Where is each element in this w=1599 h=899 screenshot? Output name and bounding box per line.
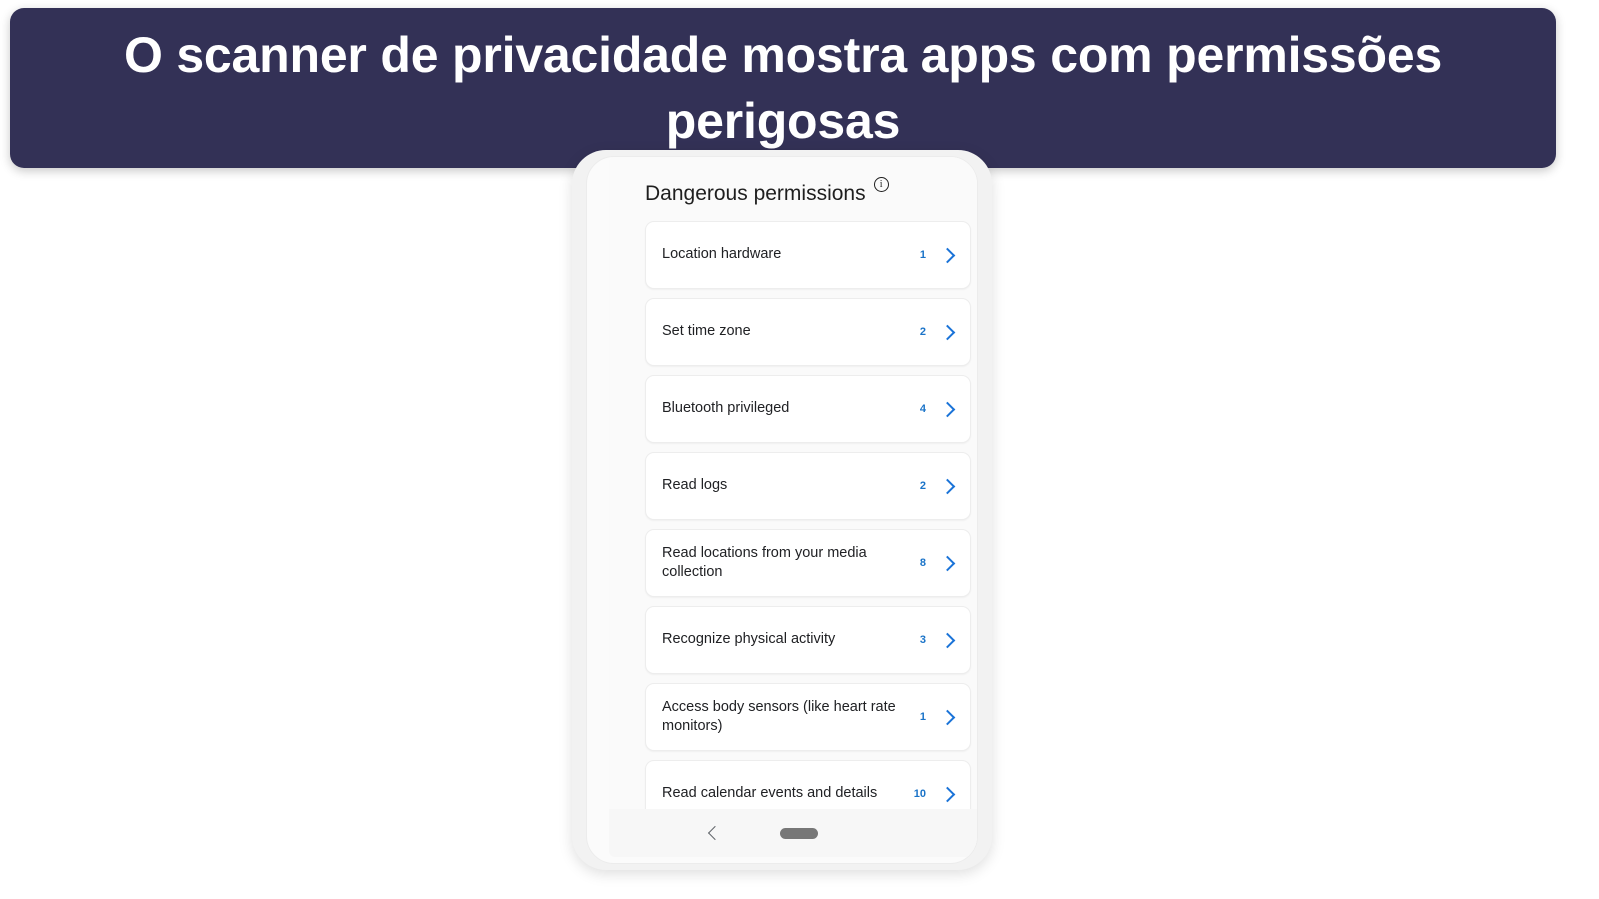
- chevron-right-icon[interactable]: [940, 633, 954, 647]
- chevron-right-icon[interactable]: [940, 787, 954, 801]
- page-title: Dangerous permissions: [645, 182, 866, 205]
- info-circle-icon[interactable]: [873, 177, 889, 192]
- list-item[interactable]: Read locations from your media collectio…: [645, 529, 971, 597]
- permission-label: Recognize physical activity: [662, 631, 836, 648]
- permission-label: Read locations from your media collectio…: [662, 544, 867, 580]
- android-nav-bar: [609, 809, 977, 857]
- chevron-right-icon[interactable]: [940, 325, 954, 339]
- permission-count: 10: [913, 788, 926, 800]
- permission-count: 4: [919, 403, 926, 415]
- permission-label: Bluetooth privileged: [662, 400, 790, 417]
- promo-banner: O scanner de privacidade mostra apps com…: [10, 8, 1556, 168]
- phone-screen: Dangerous permissions Location hardware …: [609, 157, 977, 857]
- list-item[interactable]: Location hardware 1: [645, 221, 971, 289]
- permissions-list: Location hardware 1 Set time zone 2 Blue…: [609, 215, 977, 828]
- list-item[interactable]: Set time zone 2: [645, 298, 971, 366]
- permission-label: Read calendar events and details: [662, 785, 878, 802]
- permission-label: Access body sensors (like heart rate mon…: [662, 698, 896, 734]
- chevron-left-icon[interactable]: [705, 825, 721, 841]
- list-item[interactable]: Access body sensors (like heart rate mon…: [645, 683, 971, 751]
- list-item[interactable]: Read logs 2: [645, 452, 971, 520]
- phone-bezel: Dangerous permissions Location hardware …: [586, 156, 978, 864]
- chevron-right-icon[interactable]: [940, 402, 954, 416]
- section-header: Dangerous permissions: [609, 157, 977, 215]
- permission-count: 2: [919, 326, 926, 338]
- permission-count: 1: [919, 249, 926, 261]
- permission-label: Read logs: [662, 477, 728, 494]
- chevron-right-icon[interactable]: [940, 479, 954, 493]
- promo-banner-title: O scanner de privacidade mostra apps com…: [123, 27, 1443, 149]
- chevron-right-icon[interactable]: [940, 248, 954, 262]
- permission-count: 2: [919, 480, 926, 492]
- permissions-scroll-area[interactable]: Dangerous permissions Location hardware …: [609, 157, 977, 857]
- home-pill-icon[interactable]: [780, 827, 818, 839]
- permission-count: 1: [919, 711, 926, 723]
- permission-label: Location hardware: [662, 246, 782, 263]
- list-item[interactable]: Bluetooth privileged 4: [645, 375, 971, 443]
- screenshot-root: O scanner de privacidade mostra apps com…: [0, 0, 1599, 899]
- list-item[interactable]: Recognize physical activity 3: [645, 606, 971, 674]
- chevron-right-icon[interactable]: [940, 556, 954, 570]
- permission-count: 8: [919, 557, 926, 569]
- chevron-right-icon[interactable]: [940, 710, 954, 724]
- permission-label: Set time zone: [662, 323, 751, 340]
- phone-mockup-frame: Dangerous permissions Location hardware …: [572, 150, 992, 870]
- permission-count: 3: [919, 634, 926, 646]
